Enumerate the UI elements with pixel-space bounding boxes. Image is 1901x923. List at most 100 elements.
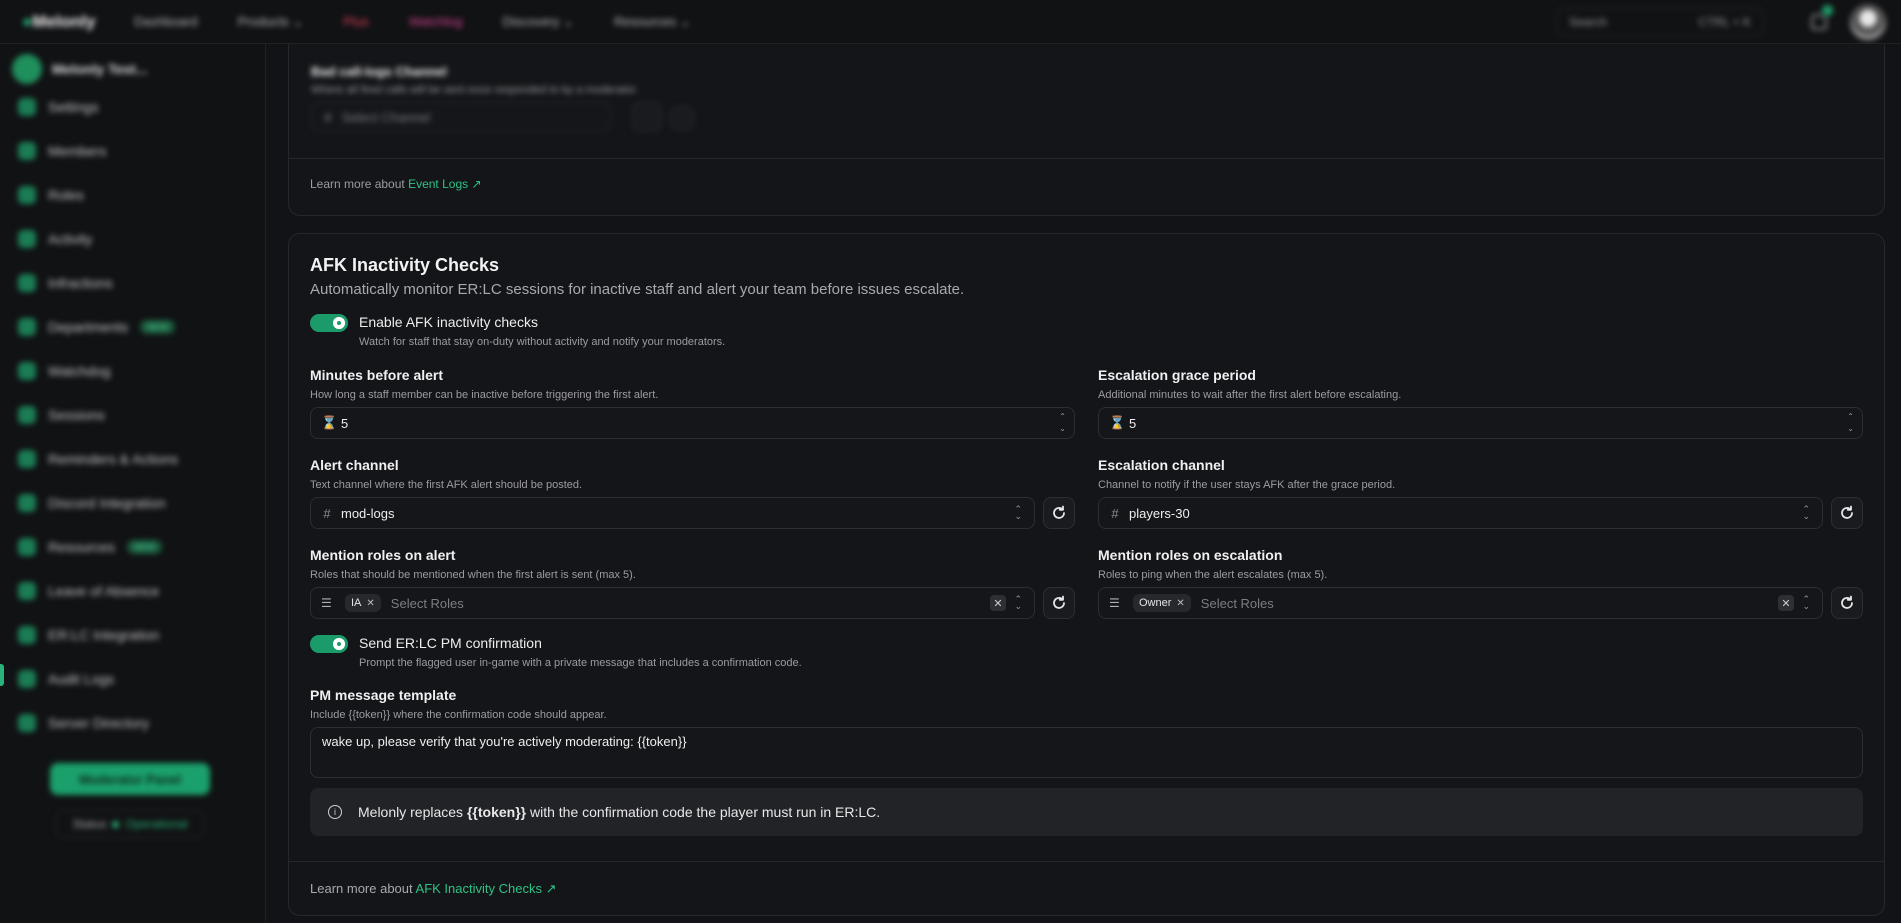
list-icon: ☰	[321, 596, 332, 610]
event-logs-card: Bad call-logs Channel Where all fired ca…	[288, 44, 1885, 216]
sidebar: Melonly Test... Settings Members Roles A…	[0, 44, 266, 923]
main-nav: Dashboard Products ⌄ Plus Watchlog Disco…	[134, 14, 691, 30]
notification-badge	[1822, 5, 1833, 16]
sidebar-item-resources[interactable]: Resources NEW	[18, 538, 162, 556]
afk-description: Automatically monitor ER:LC sessions for…	[310, 281, 965, 298]
clear-icon[interactable]: ✕	[1778, 595, 1794, 611]
remove-chip-icon[interactable]: ✕	[366, 598, 374, 609]
monitor-icon	[18, 406, 36, 424]
refresh-icon	[1053, 595, 1065, 609]
minutes-label: Minutes before alert	[310, 367, 444, 383]
search-icon	[18, 362, 36, 380]
sidebar-item-infractions[interactable]: Infractions	[18, 274, 113, 292]
user-avatar[interactable]	[1850, 4, 1886, 40]
pm-confirmation-desc: Prompt the flagged user in-game with a p…	[359, 657, 802, 669]
chevron-updown-icon: ⌃ ⌄	[1802, 504, 1810, 521]
enable-afk-toggle[interactable]	[310, 314, 348, 332]
sidebar-item-directory[interactable]: Server Directory	[18, 714, 149, 732]
hourglass-icon: ⌛	[321, 415, 338, 430]
role-chip: IA ✕	[345, 594, 381, 612]
minutes-input[interactable]: ⌛ 5 ⌃ ⌄	[310, 407, 1075, 439]
users-icon	[18, 142, 36, 160]
sidebar-item-activity[interactable]: Activity	[18, 230, 92, 248]
sidebar-item-reminders[interactable]: Reminders & Actions	[18, 450, 178, 468]
refresh-esc-roles-button[interactable]	[1831, 587, 1863, 619]
discord-icon	[18, 494, 36, 512]
sidebar-item-audit-logs[interactable]: Audit Logs	[18, 670, 114, 688]
nav-resources[interactable]: Resources ⌄	[614, 14, 691, 30]
create-channel-icon[interactable]	[670, 106, 694, 130]
callogs-title: Bad call-logs Channel	[311, 64, 447, 79]
list-icon: ☰	[1109, 596, 1120, 610]
chart-icon	[18, 318, 36, 336]
nav-plus[interactable]: Plus	[343, 14, 368, 30]
afk-learn-more: Learn more about AFK Inactivity Checks ↗	[310, 881, 557, 896]
sidebar-item-sessions[interactable]: Sessions	[18, 406, 105, 424]
sidebar-item-erlc[interactable]: ER:LC Integration	[18, 626, 159, 644]
info-icon: i	[328, 805, 342, 819]
divider	[289, 158, 1884, 159]
mention-alert-label: Mention roles on alert	[310, 547, 456, 563]
pm-template-textarea[interactable]: wake up, please verify that you're activ…	[310, 727, 1863, 778]
sidebar-item-watchdog[interactable]: Watchdog	[18, 362, 111, 380]
pm-confirmation-toggle[interactable]	[310, 635, 348, 653]
melonly-logo[interactable]: ●Melonly	[22, 12, 96, 32]
event-logs-learn-more: Learn more about Event Logs ↗	[310, 177, 482, 191]
active-indicator	[0, 664, 4, 686]
pm-confirmation-label: Send ER:LC PM confirmation	[359, 635, 542, 651]
search-box[interactable]: Search CTRL + K	[1556, 8, 1764, 36]
number-stepper[interactable]: ⌃ ⌄	[1847, 411, 1854, 435]
chevron-updown-icon: ⌃ ⌄	[1802, 594, 1810, 611]
alert-channel-label: Alert channel	[310, 457, 399, 473]
moderator-panel-button[interactable]: Moderator Panel	[50, 763, 210, 795]
alert-channel-select[interactable]: # mod-logs ⌃ ⌄	[310, 497, 1035, 529]
nav-watchlog[interactable]: Watchlog	[409, 14, 463, 30]
minutes-desc: How long a staff member can be inactive …	[310, 389, 659, 401]
enable-afk-desc: Watch for staff that stay on-duty withou…	[359, 336, 726, 348]
sidebar-item-roles[interactable]: Roles	[18, 186, 84, 204]
refresh-icon	[1841, 505, 1853, 519]
calendar-icon	[18, 450, 36, 468]
refresh-esc-channel-button[interactable]	[1831, 497, 1863, 529]
remove-chip-icon[interactable]: ✕	[1176, 598, 1184, 609]
hourglass-icon: ⌛	[1109, 415, 1126, 430]
sidebar-item-discord[interactable]: Discord Integration	[18, 494, 166, 512]
sidebar-item-loa[interactable]: Leave of Absence	[18, 582, 159, 600]
refresh-icon[interactable]	[632, 102, 662, 132]
alert-channel-desc: Text channel where the first AFK alert s…	[310, 479, 583, 491]
esc-channel-label: Escalation channel	[1098, 457, 1225, 473]
sidebar-item-settings[interactable]: Settings	[18, 98, 99, 116]
afk-docs-link[interactable]: AFK Inactivity Checks	[416, 881, 542, 896]
mention-esc-desc: Roles to ping when the alert escalates (…	[1098, 569, 1328, 581]
mention-esc-roles-select[interactable]: ☰ Owner ✕ Select Roles ✕ ⌃ ⌄	[1098, 587, 1823, 619]
nav-dashboard[interactable]: Dashboard	[134, 14, 198, 30]
number-stepper[interactable]: ⌃ ⌄	[1059, 411, 1066, 435]
nav-discovery[interactable]: Discovery ⌄	[502, 14, 574, 30]
refresh-alert-roles-button[interactable]	[1043, 587, 1075, 619]
status-button[interactable]: Status Operational	[56, 810, 204, 838]
callogs-channel-select[interactable]: # Select Channel	[311, 102, 611, 132]
grace-input[interactable]: ⌛ 5 ⌃ ⌄	[1098, 407, 1863, 439]
mention-alert-roles-select[interactable]: ☰ IA ✕ Select Roles ✕ ⌃ ⌄	[310, 587, 1035, 619]
template-label: PM message template	[310, 687, 457, 703]
clear-icon[interactable]: ✕	[990, 595, 1006, 611]
refresh-alert-channel-button[interactable]	[1043, 497, 1075, 529]
chevron-updown-icon: ⌃ ⌄	[1014, 594, 1022, 611]
event-logs-link[interactable]: Event Logs	[408, 177, 468, 191]
mention-esc-label: Mention roles on escalation	[1098, 547, 1283, 563]
server-switcher[interactable]: Melonly Test...	[12, 54, 147, 84]
bell-icon[interactable]	[1811, 14, 1827, 30]
hash-icon: #	[1111, 505, 1119, 521]
globe-icon	[18, 714, 36, 732]
nav-products[interactable]: Products ⌄	[238, 14, 304, 30]
sidebar-item-departments[interactable]: Departments NEW	[18, 318, 176, 336]
briefcase-icon	[18, 186, 36, 204]
top-navbar: ●Melonly Dashboard Products ⌄ Plus Watch…	[0, 0, 1901, 44]
new-badge: NEW	[140, 320, 176, 334]
shield-icon	[18, 274, 36, 292]
sidebar-item-members[interactable]: Members	[18, 142, 106, 160]
mention-alert-desc: Roles that should be mentioned when the …	[310, 569, 636, 581]
esc-channel-select[interactable]: # players-30 ⌃ ⌄	[1098, 497, 1823, 529]
chevron-updown-icon: ⌃ ⌄	[1014, 504, 1022, 521]
luggage-icon	[18, 582, 36, 600]
